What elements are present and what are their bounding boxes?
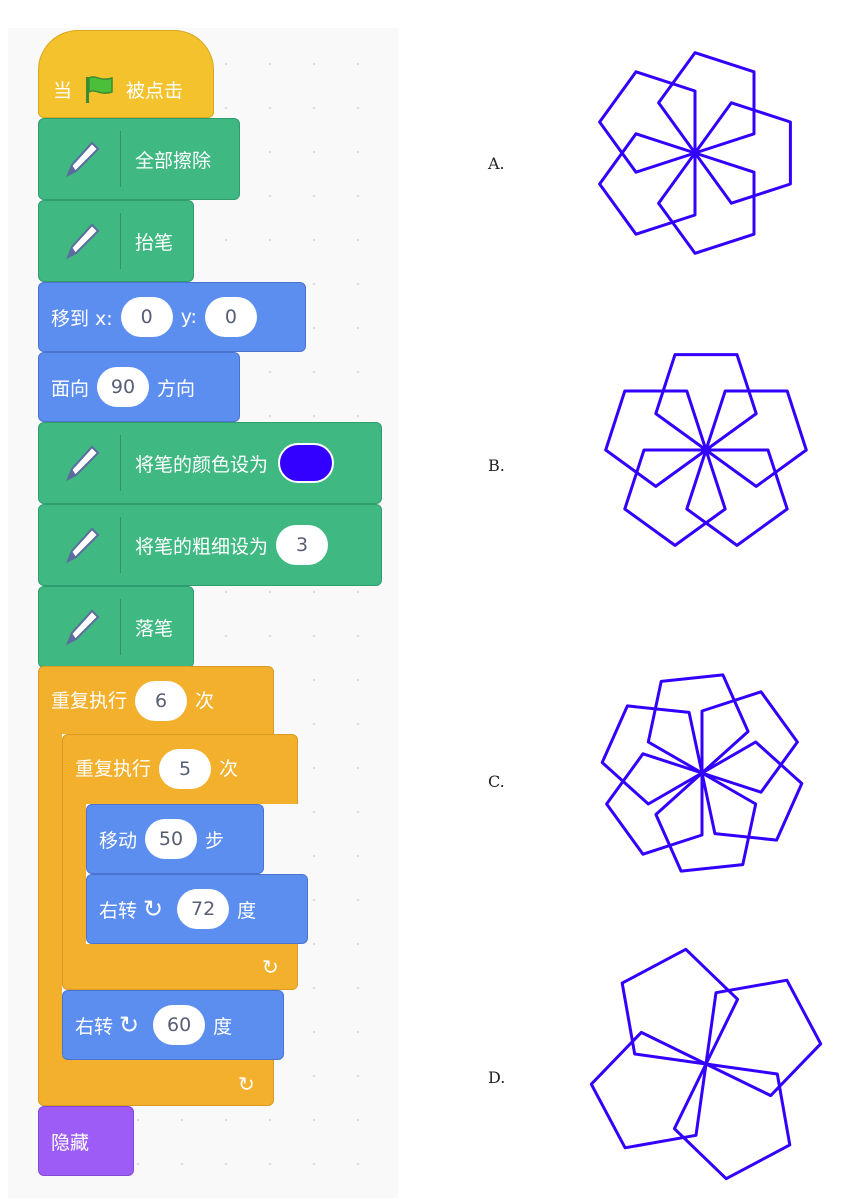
pentagon-petal (598, 70, 697, 174)
loop-arrow-icon: ↻ (262, 955, 279, 979)
turn-inner-label: 右转 (99, 899, 138, 922)
pen-icon (39, 423, 121, 503)
goto-y-label: y: (180, 306, 197, 328)
inner-repeat-label: 重复执行 (75, 758, 152, 780)
option-d-figure (589, 947, 823, 1181)
pen-up-block[interactable]: 抬笔 (38, 200, 194, 282)
pen-down-label: 落笔 (135, 617, 174, 640)
inner-repeat-count[interactable]: 5 (159, 749, 212, 789)
point-direction-block[interactable]: 面向 90 方向 (38, 352, 240, 422)
pentagon-petal (605, 752, 704, 856)
point-label: 面向 (51, 377, 90, 400)
option-b-figure (604, 353, 808, 547)
pentagon-petal (598, 132, 697, 236)
turn-inner-degrees[interactable]: 72 (177, 889, 230, 929)
set-size-label: 将笔的粗细设为 (135, 535, 269, 558)
hat-suffix: 被点击 (126, 79, 184, 102)
point-suffix: 方向 (157, 377, 196, 400)
option-a-figure (598, 51, 792, 255)
pentagon-petal (693, 101, 792, 205)
goto-label: 移到 x: (51, 307, 113, 330)
turn-right-icon: ↻ (119, 1011, 140, 1039)
erase-all-label: 全部擦除 (135, 149, 212, 172)
option-c-figure (600, 673, 804, 873)
set-pen-size-block[interactable]: 将笔的粗细设为 3 (38, 504, 382, 586)
outer-repeat-label: 重复执行 (51, 690, 128, 712)
move-steps-input[interactable]: 50 (145, 819, 198, 859)
y-input[interactable]: 0 (204, 297, 257, 337)
pen-up-label: 抬笔 (135, 231, 174, 254)
pentagon-petal (589, 1030, 708, 1150)
turn-outer-label: 右转 (75, 1015, 114, 1038)
set-color-label: 将笔的颜色设为 (135, 453, 269, 476)
outer-repeat-count[interactable]: 6 (135, 681, 188, 721)
turn-right-60-block[interactable]: 右转 ↻ 60 度 (62, 990, 284, 1060)
option-c-label: C. (488, 772, 505, 791)
x-input[interactable]: 0 (120, 297, 173, 337)
pentagon-petal (704, 978, 823, 1098)
green-flag-icon (86, 76, 113, 103)
pen-icon (39, 505, 121, 585)
turn-inner-suffix: 度 (237, 899, 257, 922)
move-steps-block[interactable]: 移动 50 步 (86, 804, 264, 874)
hide-block[interactable]: 隐藏 (38, 1106, 134, 1176)
pen-icon (39, 119, 121, 199)
pentagon-petal (654, 353, 758, 452)
pen-icon (39, 201, 121, 281)
erase-all-block[interactable]: 全部擦除 (38, 118, 240, 200)
turn-outer-degrees[interactable]: 60 (153, 1005, 206, 1045)
pen-color-swatch[interactable] (278, 443, 335, 483)
pentagon-petal (700, 690, 799, 794)
turn-outer-suffix: 度 (213, 1015, 233, 1038)
hat-prefix: 当 (53, 79, 73, 102)
direction-input[interactable]: 90 (97, 367, 150, 407)
option-d-label: D. (488, 1068, 506, 1087)
pentagon-petal (685, 448, 789, 547)
pen-icon (39, 587, 121, 667)
move-label: 移动 (99, 829, 138, 852)
pentagon-petal (623, 448, 727, 547)
hide-label: 隐藏 (51, 1131, 90, 1154)
loop-arrow-icon: ↻ (238, 1072, 255, 1096)
outer-repeat-suffix: 次 (195, 690, 215, 712)
inner-repeat-suffix: 次 (219, 758, 239, 780)
when-flag-clicked-block[interactable]: 当 被点击 (38, 30, 214, 118)
pentagon-petal (672, 1062, 792, 1181)
pen-down-block[interactable]: 落笔 (38, 586, 194, 668)
move-suffix: 步 (205, 829, 225, 852)
turn-right-icon: ↻ (143, 895, 164, 923)
option-b-label: B. (488, 456, 505, 475)
option-a-label: A. (488, 154, 505, 173)
go-to-xy-block[interactable]: 移到 x: 0 y: 0 (38, 282, 306, 352)
pentagon-petal (620, 947, 740, 1066)
set-pen-color-block[interactable]: 将笔的颜色设为 (38, 422, 382, 504)
pen-size-input[interactable]: 3 (276, 525, 329, 565)
turn-right-72-block[interactable]: 右转 ↻ 72 度 (86, 874, 308, 944)
